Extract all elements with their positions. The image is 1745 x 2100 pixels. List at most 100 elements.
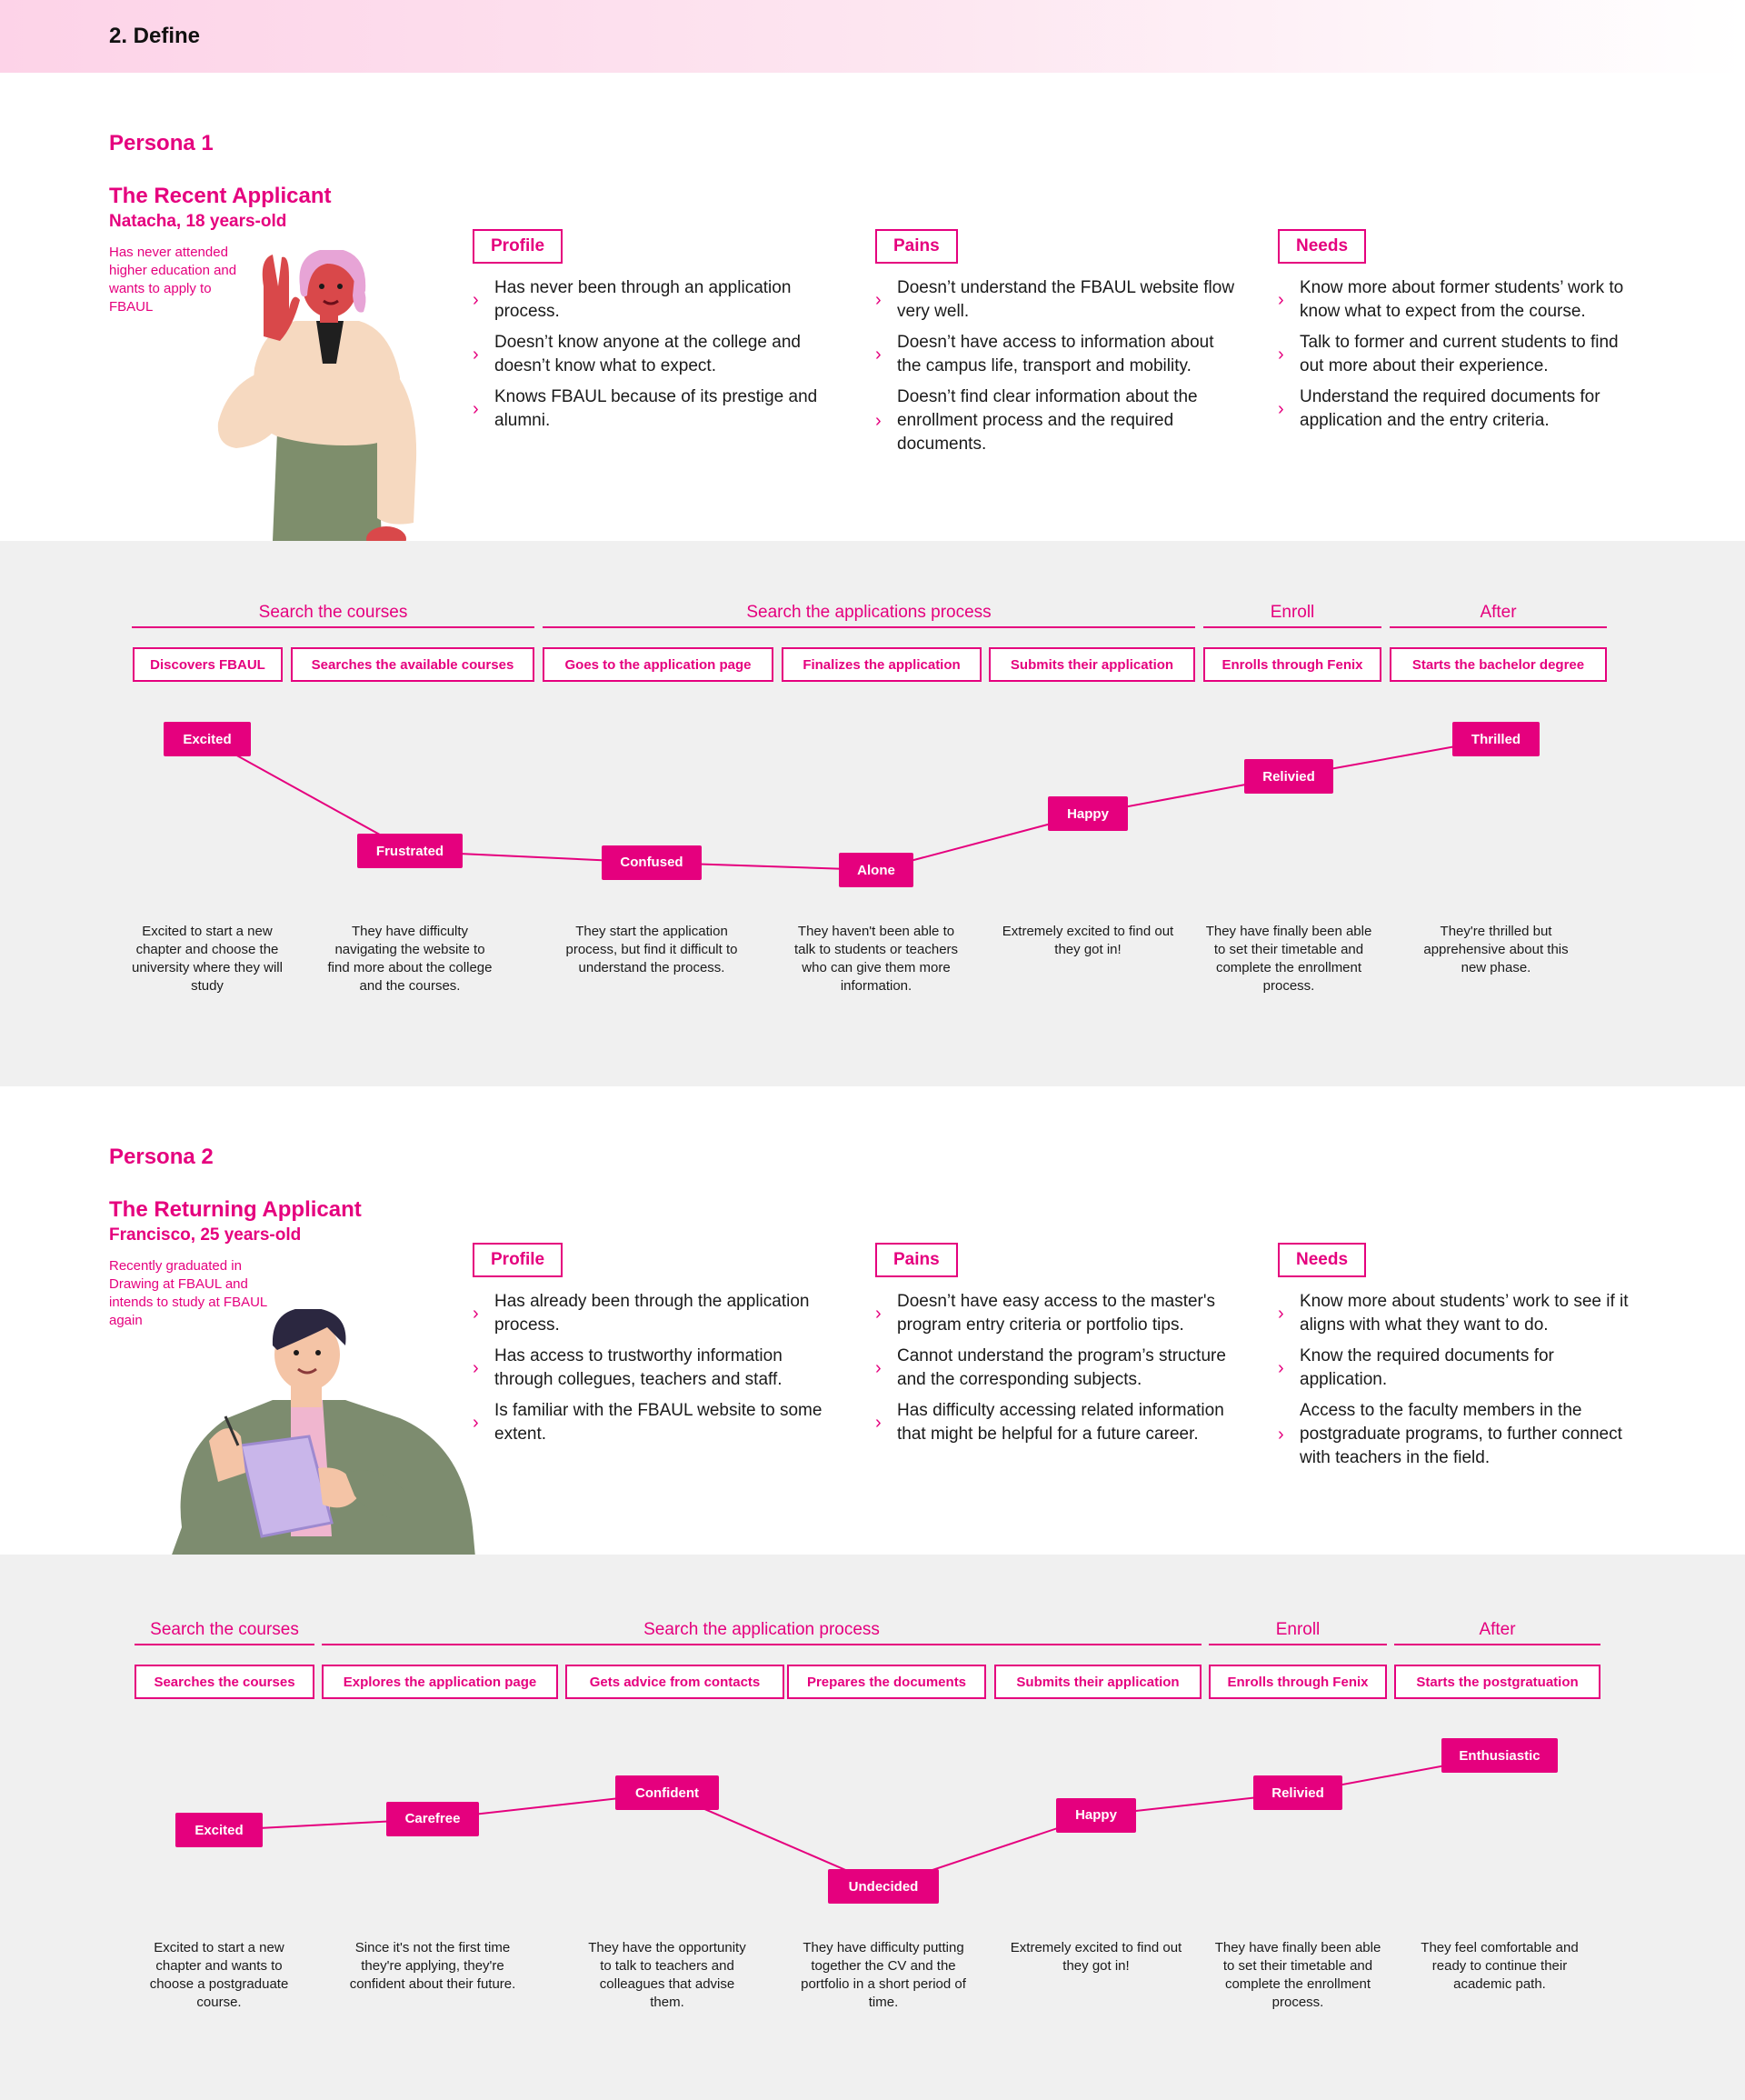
list-item: › Has access to trustworthy information t… [473,1346,783,1389]
man-with-tablet-illustration [164,1309,477,1577]
emotion-badge: Confident [615,1775,719,1811]
waving-girl-illustration [217,250,417,552]
list-item: › Has difficulty accessing related inform… [875,1401,1224,1444]
emotion-note: They have difficulty navigating the webs… [327,924,493,994]
journey-step: Enrolls through Fenix [1203,647,1381,682]
list-item: › Doesn’t understand the FBAUL website fl… [875,278,1235,321]
persona-1-pains: Pains › Doesn’t understand the FBAUL webs… [875,229,1239,464]
emotion-badge: Frustrated [357,834,463,869]
chevron-right-icon: › [1278,1358,1284,1378]
emotion-note: They feel comfortable and ready to conti… [1421,1940,1579,1992]
emotion-badge: Undecided [828,1869,939,1904]
emotion-badge: Relivied [1253,1775,1342,1811]
emotion-note: They start the application process, but … [565,924,738,975]
stage-header: After [1394,1620,1600,1645]
list-item: › Understand the required documents for a… [1278,387,1600,430]
chevron-right-icon: › [875,290,882,310]
emotion-note: They have the opportunity to talk to tea… [588,1940,746,2010]
journey-step: Discovers FBAUL [133,647,283,682]
chevron-right-icon: › [473,290,479,310]
chevron-right-icon: › [875,1304,882,1324]
stage-header: Search the applications process [543,603,1195,628]
list-item: › Doesn’t find clear information about th… [875,387,1198,454]
emotion-badge: Thrilled [1452,722,1540,756]
stage-header: Enroll [1209,1620,1387,1645]
chevron-right-icon: › [1278,290,1284,310]
stage-header: Search the courses [132,603,534,628]
persona-1-profile: Profile › Has never been through an appli… [473,229,836,440]
emotion-badge: Alone [839,853,913,887]
journey-step: Starts the postgratuation [1394,1665,1600,1699]
chevron-right-icon: › [473,399,479,419]
chevron-right-icon: › [875,411,882,431]
profile-title: Profile [473,229,563,264]
list-item: › Has already been through the applicatio… [473,1292,810,1335]
emotion-note: Excited to start a new chapter and choos… [132,924,283,994]
persona-1-age: Natacha, 18 years-old [109,212,287,231]
chevron-right-icon: › [875,1413,882,1433]
list-item: › Cannot understand the program’s structu… [875,1346,1226,1389]
journey-step: Explores the application page [322,1665,558,1699]
list-item: › Is familiar with the FBAUL website to s… [473,1401,823,1444]
emotion-note: Excited to start a new chapter and wants… [149,1940,289,2010]
emotion-note: They haven't been able to talk to studen… [793,924,959,994]
journey-step: Enrolls through Fenix [1209,1665,1387,1699]
list-item: › Talk to former and current students to … [1278,333,1619,375]
profile-title: Profile [473,1243,563,1277]
needs-title: Needs [1278,229,1367,264]
list-item: › Know more about students’ work to see i… [1278,1292,1629,1335]
journey-step: Starts the bachelor degree [1390,647,1607,682]
chevron-right-icon: › [875,345,882,365]
stage-header: Search the courses [135,1620,314,1645]
emotion-badge: Excited [164,722,251,756]
emotion-note: Extremely excited to find out they got i… [1010,1940,1182,1974]
list-item: › Access to the faculty members in the po… [1278,1401,1622,1467]
chevron-right-icon: › [473,1413,479,1433]
chevron-right-icon: › [1278,399,1284,419]
emotion-note: They have finally been able to set their… [1205,924,1372,994]
emotion-badge: Happy [1048,796,1128,832]
journey-step: Searches the courses [135,1665,314,1699]
emotion-note: They have finally been able to set their… [1214,1940,1381,2010]
emotion-note: Extremely excited to find out they got i… [1002,924,1174,957]
emotion-badge: Excited [175,1813,263,1848]
chevron-right-icon: › [473,1358,479,1378]
journey-step: Searches the available courses [291,647,534,682]
journey-step: Prepares the documents [787,1665,986,1699]
emotion-note: They're thrilled but apprehensive about … [1423,924,1569,975]
emotion-badge: Relivied [1244,759,1333,795]
persona-1-label: Persona 1 [109,131,214,155]
persona-2-label: Persona 2 [109,1145,214,1169]
list-item: › Has never been through an application p… [473,278,792,321]
chevron-right-icon: › [1278,1425,1284,1445]
persona-2-needs: Needs › Know more about students’ work to… [1278,1243,1641,1477]
list-item: › Doesn’t have access to information abou… [875,333,1214,375]
chevron-right-icon: › [875,1358,882,1378]
stage-header: Enroll [1203,603,1381,628]
chevron-right-icon: › [1278,345,1284,365]
chevron-right-icon: › [1278,1304,1284,1324]
persona-2-pains: Pains › Doesn’t have easy access to the m… [875,1243,1239,1454]
list-item: › Know the required documents for applica… [1278,1346,1554,1389]
pains-title: Pains [875,229,958,264]
journey-step: Submits their application [994,1665,1202,1699]
stage-header: After [1390,603,1607,628]
emotion-badge: Happy [1056,1797,1136,1833]
needs-title: Needs [1278,1243,1367,1277]
list-item: › Doesn’t know anyone at the college and … [473,333,801,375]
pains-title: Pains [875,1243,958,1277]
stage-header: Search the application process [322,1620,1202,1645]
journey-step: Goes to the application page [543,647,773,682]
emotion-note: They have difficulty putting together th… [801,1940,966,2010]
journey-step: Submits their application [989,647,1195,682]
persona-1-needs: Needs › Know more about former students’ … [1278,229,1641,440]
emotion-note: Since it's not the first time they're ap… [349,1940,516,1992]
emotion-badge: Enthusiastic [1441,1738,1558,1773]
persona-2-profile: Profile › Has already been through the ap… [473,1243,836,1454]
list-item: › Doesn’t have easy access to the master'… [875,1292,1216,1335]
persona-2-age: Francisco, 25 years-old [109,1225,302,1245]
persona-2-name: The Returning Applicant [109,1197,362,1222]
emotion-badge: Carefree [386,1801,479,1836]
list-item: › Know more about former students’ work t… [1278,278,1624,321]
section-title: 2. Define [109,24,201,48]
